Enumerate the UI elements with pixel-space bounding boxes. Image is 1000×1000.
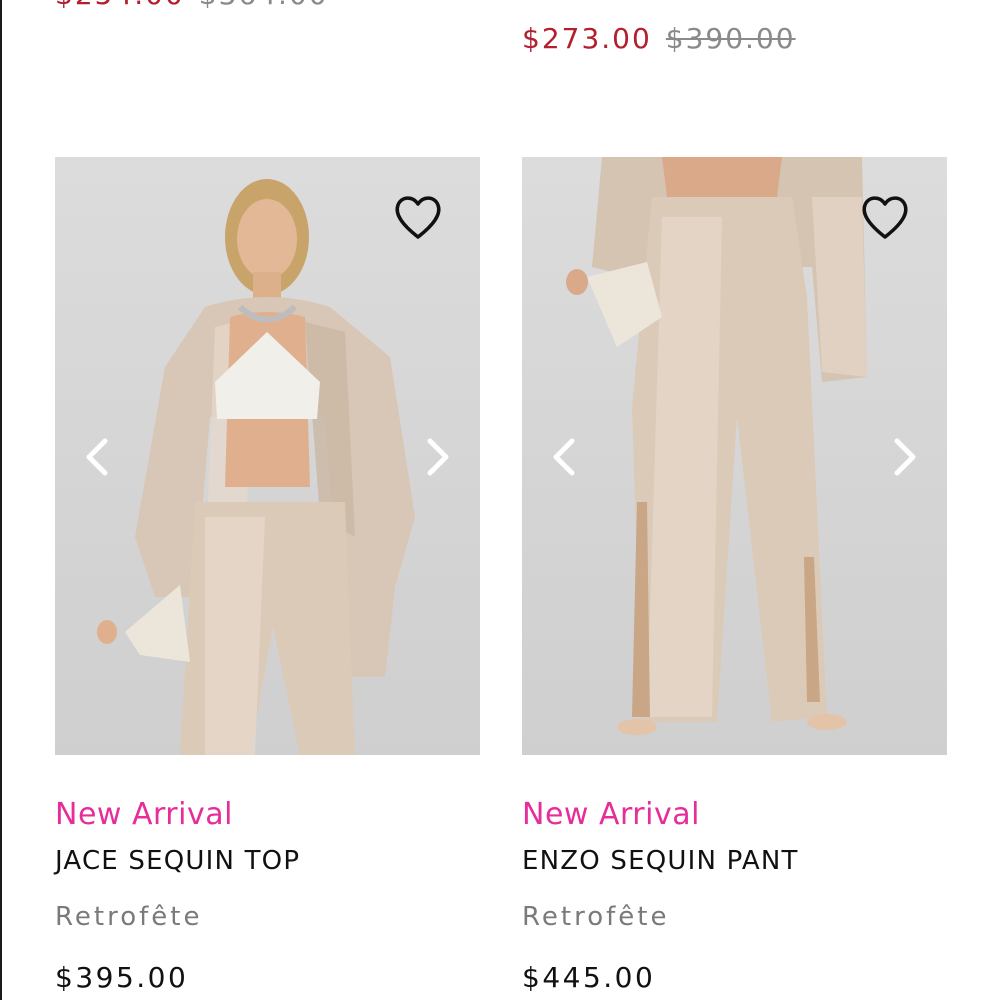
new-arrival-badge: New Arrival xyxy=(55,797,233,832)
chevron-left-icon[interactable] xyxy=(546,435,586,479)
wishlist-heart-icon[interactable] xyxy=(392,193,444,241)
previous-product-price-left: $254.00 $364.00 xyxy=(55,0,329,11)
original-price: $364.00 xyxy=(199,0,329,11)
brand-name: Retrofête xyxy=(522,902,670,932)
product-card[interactable]: New Arrival JACE SEQUIN TOP Retrofête $3… xyxy=(55,157,480,995)
brand-name: Retrofête xyxy=(55,902,203,932)
wishlist-heart-icon[interactable] xyxy=(859,193,911,241)
sale-price: $273.00 xyxy=(522,22,652,55)
chevron-right-icon[interactable] xyxy=(883,435,923,479)
product-image-carousel[interactable] xyxy=(522,157,947,755)
product-name-link[interactable]: JACE SEQUIN TOP xyxy=(55,845,480,877)
product-name-link[interactable]: ENZO SEQUIN PANT xyxy=(522,845,947,877)
chevron-left-icon[interactable] xyxy=(79,435,119,479)
product-grid-page: $254.00 $364.00 $273.00 $390.00 xyxy=(0,0,1000,1000)
sale-price: $254.00 xyxy=(55,0,185,11)
original-price: $390.00 xyxy=(665,22,796,55)
product-price: $395.00 xyxy=(55,961,189,994)
product-image-carousel[interactable] xyxy=(55,157,480,755)
screen-edge xyxy=(0,0,2,1000)
previous-product-price-right: $273.00 $390.00 xyxy=(522,22,796,55)
new-arrival-badge: New Arrival xyxy=(522,797,700,832)
product-price: $445.00 xyxy=(522,961,656,994)
product-card[interactable]: New Arrival ENZO SEQUIN PANT Retrofête $… xyxy=(522,157,947,995)
chevron-right-icon[interactable] xyxy=(416,435,456,479)
